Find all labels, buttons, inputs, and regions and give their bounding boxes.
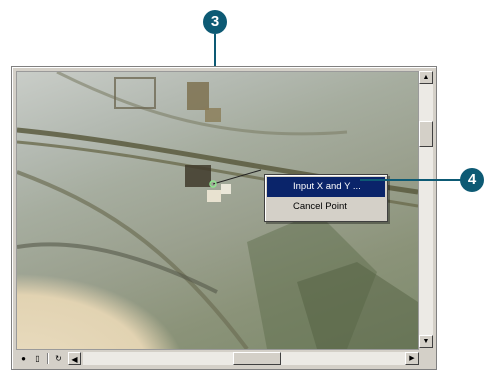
page-layout-icon[interactable]: ▯ [31, 352, 44, 365]
scroll-right-icon[interactable]: ▶ [405, 352, 419, 365]
step-3-callout: 3 [203, 10, 227, 34]
view-toolbar: ● ▯ ↻ ◀ [16, 352, 82, 365]
step-4-leader-line [360, 179, 462, 181]
map-display[interactable]: Input X and Y ... Cancel Point [16, 71, 419, 350]
vertical-scroll-thumb[interactable] [419, 121, 433, 147]
scroll-left-icon[interactable]: ◀ [68, 352, 81, 365]
scroll-down-icon[interactable]: ▼ [419, 335, 433, 348]
toolbar-separator [47, 353, 48, 364]
horizontal-scrollbar[interactable]: ▶ [83, 352, 419, 365]
scroll-up-icon[interactable]: ▲ [419, 71, 433, 84]
menu-item-cancel-point[interactable]: Cancel Point [267, 197, 385, 217]
globe-icon[interactable]: ● [17, 352, 30, 365]
step-4-callout: 4 [460, 168, 484, 192]
context-menu: Input X and Y ... Cancel Point [264, 174, 388, 222]
vertical-scrollbar[interactable]: ▲ ▼ [419, 71, 433, 348]
refresh-icon[interactable]: ↻ [52, 352, 65, 365]
map-window: Input X and Y ... Cancel Point ▲ ▼ ● ▯ ↻… [11, 66, 437, 370]
horizontal-scroll-thumb[interactable] [233, 352, 281, 365]
